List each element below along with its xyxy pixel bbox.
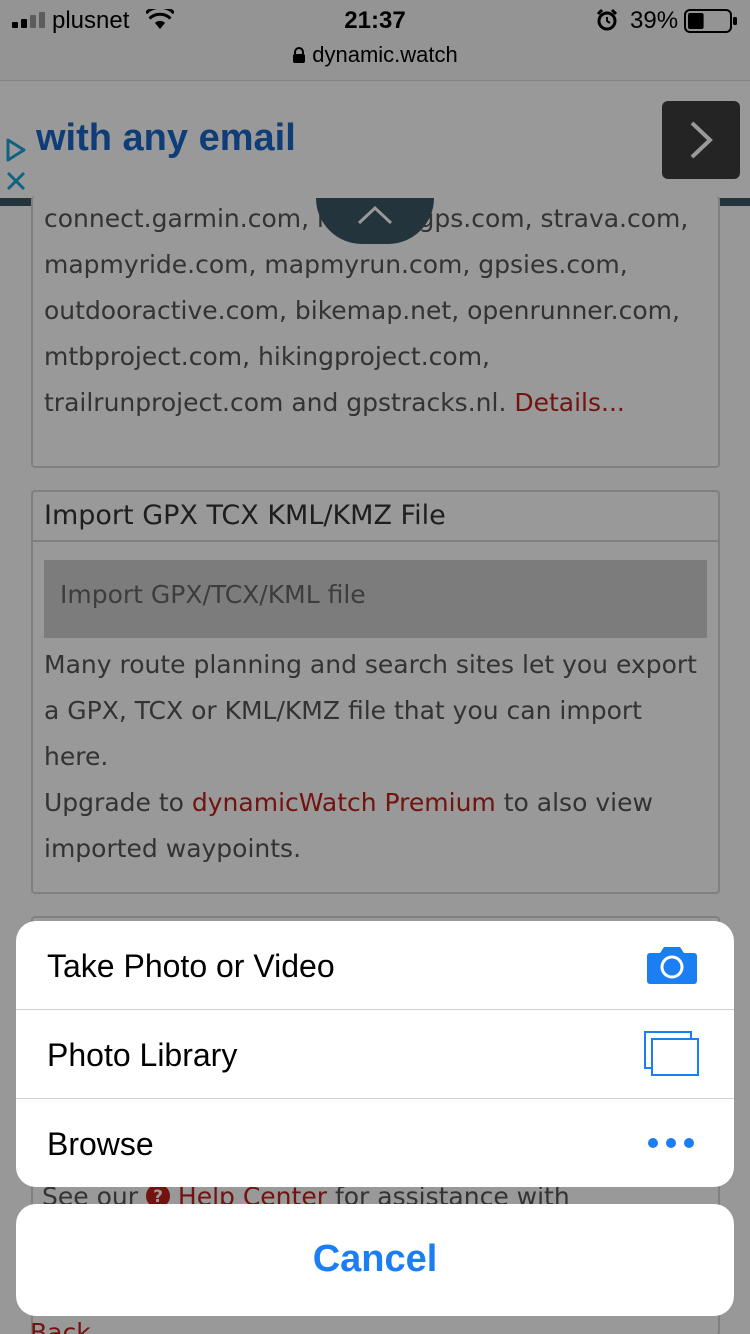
photo-library-icon	[644, 1031, 699, 1076]
browse-option[interactable]: Browse	[16, 1099, 734, 1187]
take-photo-label: Take Photo or Video	[47, 948, 335, 984]
more-icon	[648, 1138, 694, 1148]
take-photo-option[interactable]: Take Photo or Video	[16, 921, 734, 1010]
camera-icon	[647, 947, 697, 984]
action-sheet: Take Photo or Video Photo Library Browse	[16, 921, 734, 1187]
browse-label: Browse	[47, 1126, 154, 1162]
cancel-button[interactable]: Cancel	[16, 1204, 734, 1316]
photo-library-option[interactable]: Photo Library	[16, 1010, 734, 1099]
photo-library-label: Photo Library	[47, 1037, 238, 1073]
